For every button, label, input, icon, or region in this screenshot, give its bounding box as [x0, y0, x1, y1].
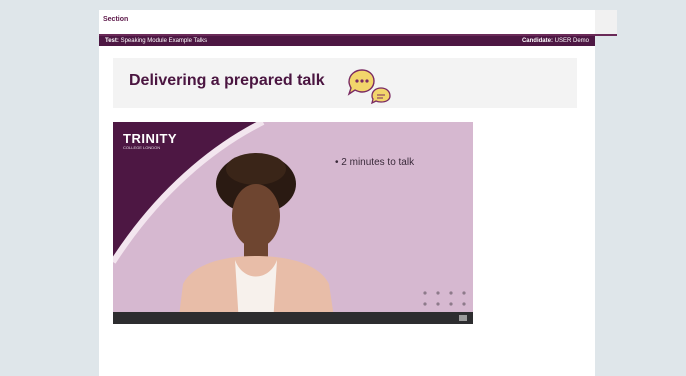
test-label: Test:: [105, 38, 119, 44]
dot-grid: [423, 291, 466, 306]
video-player[interactable]: TRINITY COLLEGE LONDON • 2 minutes to ta…: [113, 122, 473, 324]
candidate-label: Candidate:: [521, 38, 553, 44]
section-label: Section: [103, 16, 129, 23]
test-info: Test: Speaking Module Example Talks: [105, 36, 207, 46]
brand-subtitle: COLLEGE LONDON: [123, 145, 161, 150]
brand-logo: TRINITY: [123, 131, 178, 146]
slide-bullet: • 2 minutes to talk: [335, 157, 415, 168]
title-panel: Delivering a prepared talk: [113, 58, 577, 108]
video-controls[interactable]: [113, 312, 473, 324]
speech-bubbles-icon: [347, 69, 391, 104]
candidate-value: USER Demo: [554, 38, 589, 44]
test-value: Speaking Module Example Talks: [120, 38, 208, 44]
fullscreen-icon[interactable]: [459, 315, 467, 321]
test-info-bar: Test: Speaking Module Example Talks Cand…: [99, 36, 595, 46]
candidate-info: Candidate: USER Demo: [522, 36, 589, 46]
page-title: Delivering a prepared talk: [129, 72, 325, 89]
